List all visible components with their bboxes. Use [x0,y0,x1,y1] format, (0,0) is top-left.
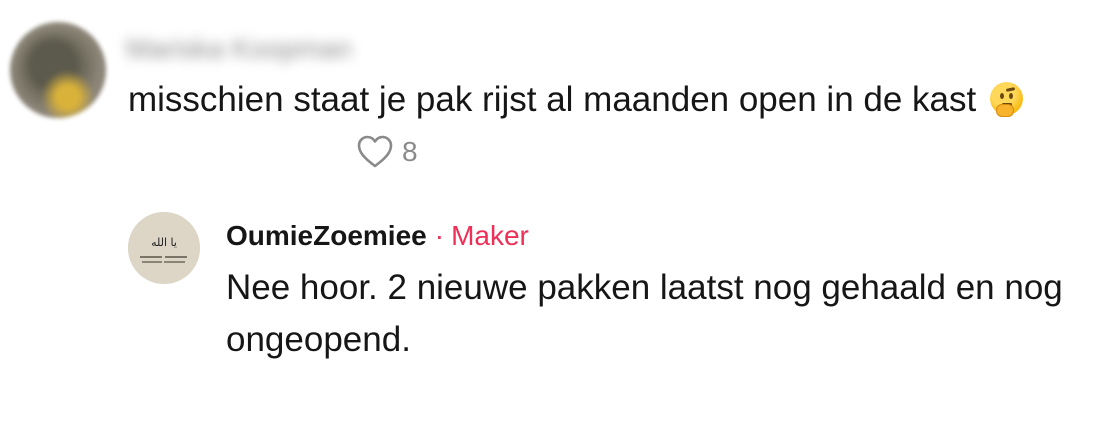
maker-badge: Maker [451,220,529,251]
reply-author-line: OumieZoemiee · Maker [226,216,529,256]
reply-username[interactable]: OumieZoemiee [226,220,427,252]
comment-body: misschien staat je pak rijst al maanden … [128,78,1023,122]
like-button[interactable]: 8 [356,134,418,170]
avatar-caption: يا الله [151,236,177,249]
reply-body: Nee hoor. 2 nieuwe pakken laatst nog geh… [226,268,1063,359]
heart-icon[interactable] [356,134,394,170]
like-count: 8 [402,136,418,167]
separator-dot: · [434,220,445,251]
reply-author-avatar[interactable]: يا الله [128,212,200,284]
thinking-face-emoji-icon [989,82,1023,117]
comment-text: misschien staat je pak rijst al maanden … [128,80,977,119]
commenter-name-blurred[interactable]: Mariska Koopman [126,26,390,72]
commenter-avatar[interactable] [10,22,106,118]
